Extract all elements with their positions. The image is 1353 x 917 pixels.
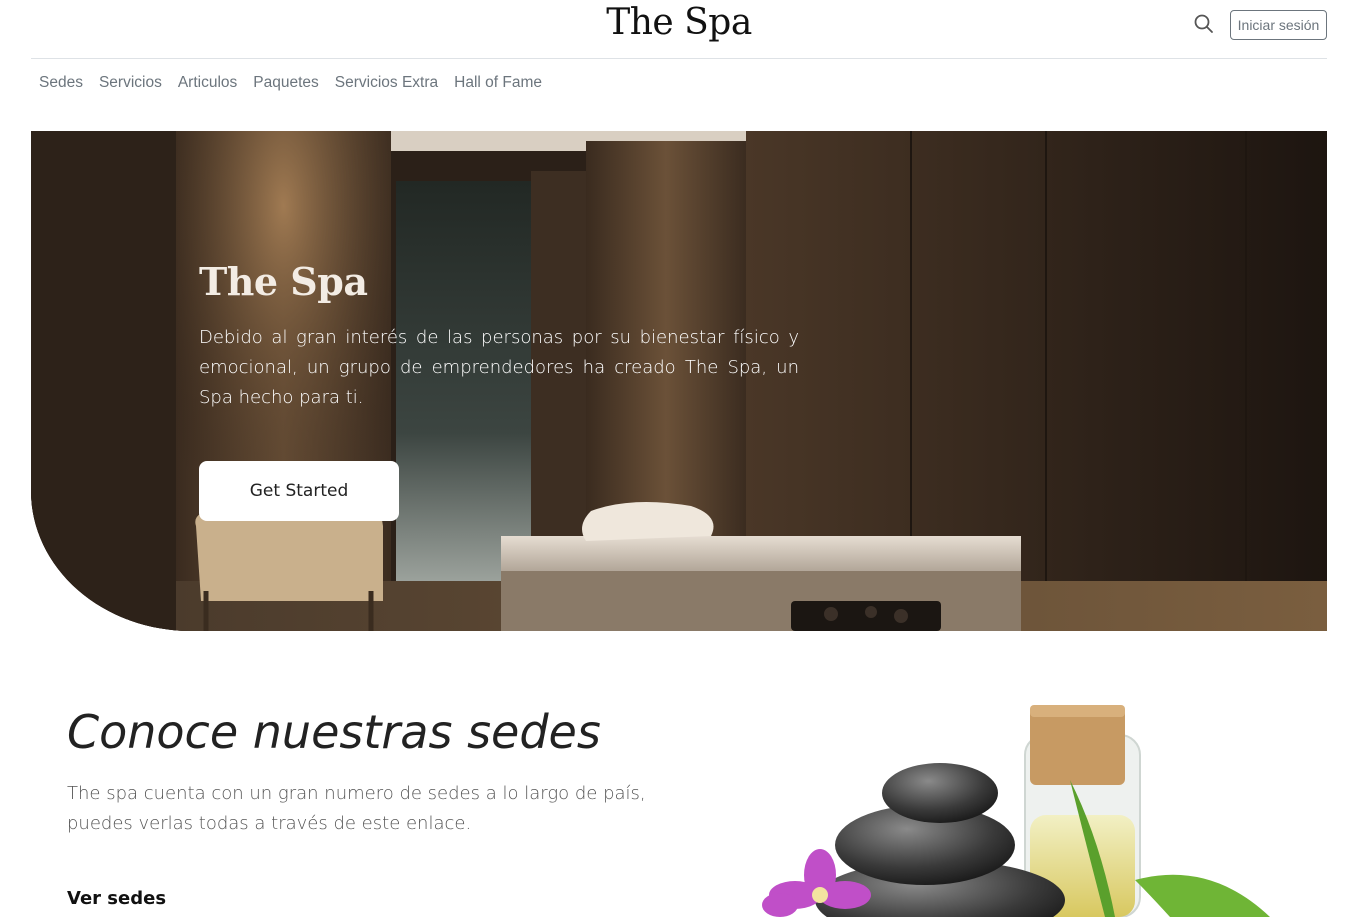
nav-item-sedes[interactable]: Sedes [31, 70, 91, 96]
nav-item-servicios[interactable]: Servicios [91, 70, 170, 96]
site-header: The Spa Iniciar sesión [31, 0, 1327, 59]
sedes-heading: Conoce nuestras sedes [67, 705, 601, 759]
get-started-button[interactable]: Get Started [199, 461, 399, 521]
sedes-description: The spa cuenta con un gran numero de sed… [67, 783, 646, 834]
site-brand[interactable]: The Spa [31, 2, 1327, 43]
search-icon[interactable] [1193, 13, 1215, 35]
nav-item-articulos[interactable]: Articulos [170, 70, 245, 96]
hero-title: The Spa [199, 259, 368, 304]
hero-banner: The Spa Debido al gran interés de las pe… [31, 131, 1327, 631]
ver-sedes-link[interactable]: Ver sedes [67, 888, 166, 909]
hero-description: Debido al gran interés de las personas p… [199, 327, 799, 408]
nav-item-servicios-extra[interactable]: Servicios Extra [327, 70, 446, 96]
login-button[interactable]: Iniciar sesión [1230, 10, 1327, 40]
nav-item-hall-of-fame[interactable]: Hall of Fame [446, 70, 550, 96]
spa-stones-image [762, 705, 1270, 917]
main-nav: Sedes Servicios Articulos Paquetes Servi… [31, 70, 550, 96]
nav-item-paquetes[interactable]: Paquetes [245, 70, 327, 96]
